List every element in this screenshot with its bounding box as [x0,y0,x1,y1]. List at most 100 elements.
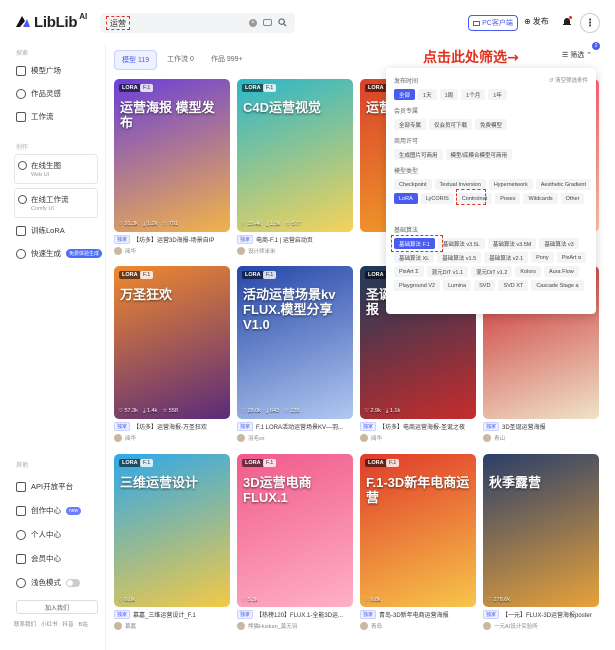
sidebar-item-online-gen[interactable]: 在线生图 Web UI [14,154,98,184]
author-name[interactable]: 青山 [494,434,505,442]
filter-chip[interactable]: 混元DiT v1.1 [426,266,468,277]
tab-works[interactable]: 作品 999+ [204,50,250,70]
tab-workflows[interactable]: 工作流 0 [160,50,201,70]
card-title[interactable]: 【一元】FLUX-3D运营海报poster [502,610,592,619]
model-card[interactable]: 秋季露营 ♡ 278.6k 独家 【一元】FLUX-3D运营海报poster 一元AI设… [483,454,599,630]
pc-client-button[interactable]: PC客户端 [468,15,518,31]
sidebar-item-quick-gen[interactable]: 快速生成 免费体验生成 [16,248,103,259]
model-card[interactable]: LORA F.1 3D运营电商 FLUX.1 ♡ 5.3k 独家 【热榜120】FLUX.… [237,454,353,630]
card-title[interactable]: 3D圣诞运营海报 [502,422,546,431]
tab-models[interactable]: 模型 119 [114,50,158,70]
model-thumbnail[interactable]: LORA F.1 活动运营场景kv FLUX.模型分享 V1.0 ♡ 28.0k ⤓ 6… [237,266,353,419]
sidebar-item-model-square[interactable]: 模型广场 [16,65,61,76]
sidebar-item-member-center[interactable]: 会员中心 [16,553,61,564]
card-title[interactable]: 青岛-3D新年电商运营海报 [379,610,449,619]
avatar[interactable] [114,622,122,630]
notification-icon[interactable] [562,16,572,27]
filter-chip[interactable]: 基础算法 v1.5 [437,252,482,263]
filter-chip[interactable]: 1个月 [461,89,486,100]
search-input[interactable]: 运营 [106,16,130,30]
footer-link[interactable]: 小红书 [41,620,58,628]
card-title[interactable]: 【坊多】电商运营海报-圣诞之夜 [379,422,465,431]
filter-chip[interactable]: 生成图片可商用 [394,149,443,160]
sidebar-item-workflow[interactable]: 工作流 [16,111,54,122]
filter-button[interactable]: ☰ 筛选 ⌃ [562,50,592,60]
filter-chip[interactable]: Wildcards [523,193,558,204]
model-thumbnail[interactable]: LORA F.1 运营海报 模型发布 ♡ 91.3k ⤓ 1.2k ☆ 791 [114,79,230,232]
filter-chip[interactable]: 1天 [418,89,437,100]
filter-chip[interactable]: 全部专属 [394,119,427,130]
filter-chip[interactable]: 基础算法 v3.5L [437,238,485,249]
filter-chip[interactable]: 1年 [488,89,507,100]
filter-chip[interactable]: Pony [531,252,554,263]
avatar[interactable] [483,622,491,630]
model-card[interactable]: LORA F.1 万圣狂欢 ♡ 57.3k ⤓ 1.4k ☆ 558 独家 【坊多】运营海报-… [114,266,230,442]
author-name[interactable]: 阅华 [371,434,382,442]
author-name[interactable]: 青岛 [371,622,382,630]
light-mode-toggle[interactable] [66,578,80,587]
filter-chip[interactable]: PixArt α [556,252,587,263]
filter-chip[interactable]: 基础算法 v3 [539,238,579,249]
author-name[interactable]: 一元AI设计实验所 [494,622,538,630]
model-thumbnail[interactable]: LORA F.1 三维运营设计 ♡ 6.0k [114,454,230,607]
search-bar[interactable]: 运营 × [100,13,295,33]
card-title[interactable]: 慕嘉_三维运营设计_F.1 [133,610,196,619]
model-card[interactable]: LORA F.1 运营海报 模型发布 ♡ 91.3k ⤓ 1.2k ☆ 791 独家 【坊多】… [114,79,230,255]
more-menu-button[interactable]: ⋮ [580,13,600,33]
reset-filters-link[interactable]: ↺ 清空筛选条件 [549,76,588,84]
filter-chip[interactable]: 1周 [439,89,459,100]
logo[interactable]: LibLib AI [14,12,87,31]
sidebar-item-creator-center[interactable]: 创作中心 new [16,505,82,516]
filter-chip[interactable]: Kolors [515,266,541,277]
model-card[interactable]: LORA F.1 活动运营场景kv FLUX.模型分享 V1.0 ♡ 28.0k ⤓ 6… [237,266,353,442]
filter-chip[interactable]: 仅会员可下载 [429,119,473,130]
sidebar-item-online-workflow[interactable]: 在线工作流 Comfy UI [14,188,98,218]
avatar[interactable] [114,247,122,255]
card-title[interactable]: 【坊多】运营3D海报-场景自IP [133,235,214,244]
model-thumbnail[interactable]: LORA F.1 C4D运营视觉 ♡ 19.4k ⤓ 1.3k ☆ 577 [237,79,353,232]
author-name[interactable]: 阅华 [125,247,136,255]
search-icon[interactable] [278,18,287,27]
filter-chip[interactable]: Poses [495,193,521,204]
card-title[interactable]: F.1 LORA活动运营场景KV—羽... [256,422,343,431]
author-name[interactable]: 设计师米米 [248,247,276,255]
author-name[interactable]: 慕嘉 [125,622,136,630]
sidebar-item-api[interactable]: API开放平台 [16,481,73,492]
sidebar-item-light-mode[interactable]: 浅色模式 [16,577,80,588]
avatar[interactable] [237,247,245,255]
camera-icon[interactable] [263,19,272,26]
card-title[interactable]: 电商-F.1 | 运营启动页 [256,235,313,244]
footer-link[interactable]: B站 [79,620,88,628]
filter-chip[interactable]: Other [560,193,585,204]
avatar[interactable] [237,434,245,442]
filter-chip[interactable]: Lumina [443,280,472,291]
footer-link[interactable]: 联系我们 [14,620,36,628]
filter-chip[interactable]: 混元DiT v1.2 [471,266,513,277]
sidebar-item-train-lora[interactable]: 训练LoRA [16,225,65,236]
sidebar-item-personal-center[interactable]: 个人中心 [16,529,61,540]
footer-link[interactable]: 抖音 [63,620,74,628]
filter-chip[interactable]: PixArt Σ [394,266,424,277]
filter-chip[interactable]: 免费模型 [475,119,508,130]
filter-chip[interactable]: Aesthetic Gradient [535,179,591,190]
avatar[interactable] [483,434,491,442]
clear-icon[interactable]: × [249,18,257,27]
model-thumbnail[interactable]: LORA F.1 3D运营电商 FLUX.1 ♡ 5.3k [237,454,353,607]
filter-chip[interactable]: Cascade Stage a [531,280,584,291]
filter-chip[interactable]: LoRA [394,193,418,204]
filter-chip[interactable]: Aura Flow [543,266,579,277]
avatar[interactable] [114,434,122,442]
avatar[interactable] [360,622,368,630]
card-title[interactable]: 【热榜120】FLUX.1-全能3D运... [256,610,343,619]
filter-chip[interactable]: 基础算法 v3.5M [487,238,537,249]
author-name[interactable]: 阅华 [125,434,136,442]
author-name[interactable]: 熊猫Huskan_莫无羽 [248,622,297,630]
filter-chip[interactable]: SVD XT [498,280,529,291]
join-us-button[interactable]: 加入我们 [16,600,98,614]
filter-chip[interactable]: 基础算法 XL [394,252,435,263]
filter-chip[interactable]: 全部 [394,89,416,100]
avatar[interactable] [237,622,245,630]
author-name[interactable]: 羽毛xx [248,434,265,442]
model-card[interactable]: LORA F.1 C4D运营视觉 ♡ 19.4k ⤓ 1.3k ☆ 577 独家 电商-F.1… [237,79,353,255]
filter-chip[interactable]: 模型/底模合模型可商用 [445,149,513,160]
